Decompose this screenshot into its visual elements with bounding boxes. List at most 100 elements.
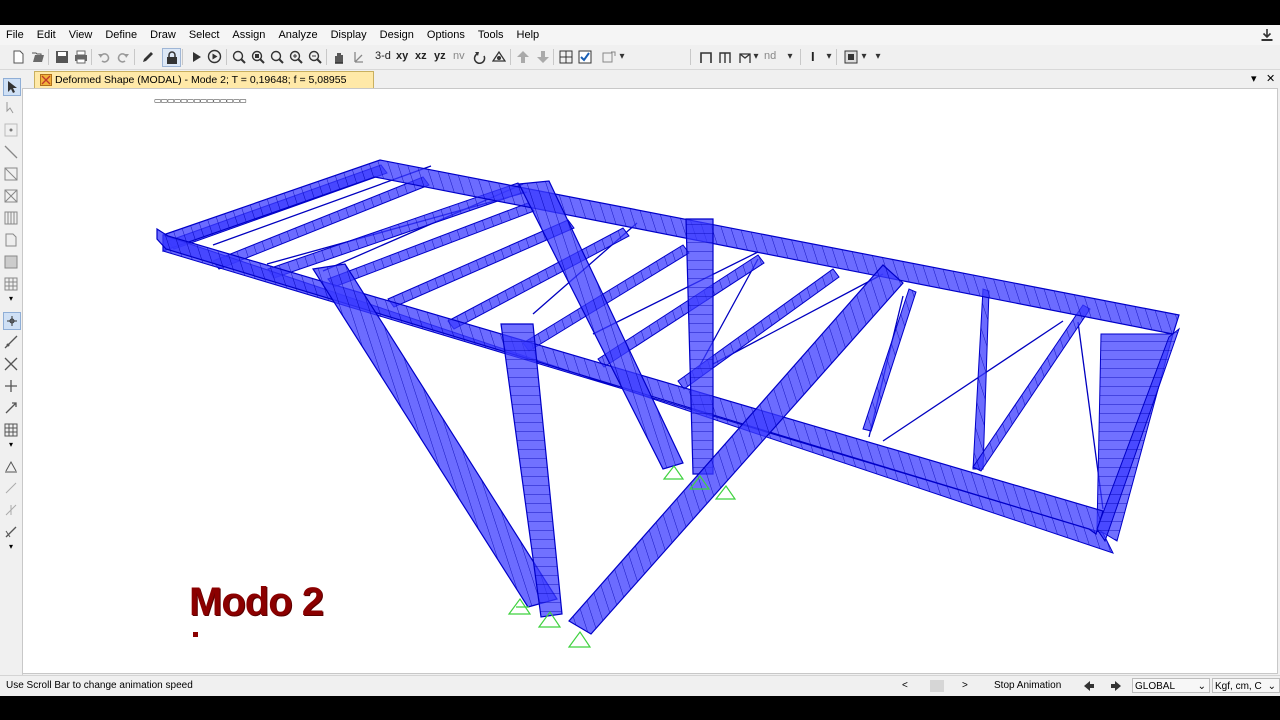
tab-strip: Deformed Shape (MODAL) - Mode 2; T = 0,1… [22, 70, 1280, 88]
run-now-icon[interactable] [206, 48, 223, 65]
menu-analyze[interactable]: Analyze [272, 25, 324, 45]
quick-draw-frame-icon[interactable] [3, 166, 19, 182]
view-xz-button[interactable]: xz [415, 48, 427, 65]
menu-draw[interactable]: Draw [144, 25, 183, 45]
animation-speed-scroll-thumb[interactable] [930, 680, 944, 692]
menu-display[interactable]: Display [325, 25, 374, 45]
draw-secondary-icon[interactable] [3, 210, 19, 226]
view-3d-button[interactable]: 3-d [375, 48, 391, 65]
view-nv-button[interactable]: nv [453, 48, 465, 65]
view-xy-button[interactable]: xy [396, 48, 408, 65]
zoom-window-icon[interactable] [230, 48, 247, 65]
menu-edit[interactable]: Edit [31, 25, 63, 45]
assign-spring-icon[interactable] [3, 480, 19, 496]
assign-restraint-icon[interactable] [3, 524, 19, 540]
download-icon[interactable] [1260, 28, 1274, 42]
print-icon[interactable] [72, 48, 89, 65]
pointer-icon[interactable] [3, 78, 21, 96]
units-select[interactable]: Kgf, cm, C ⌄ [1212, 678, 1280, 693]
draw-frame-icon[interactable] [3, 144, 19, 160]
quick-draw-area-icon[interactable] [3, 276, 19, 292]
main-toolbar: 3-d xy xz yz nv ▾ ▾ nd ▾ I ▾ ▾ ▾ [0, 45, 1280, 70]
select-plane-icon[interactable] [3, 400, 19, 416]
mode-annotation: Modo 2 [189, 580, 324, 624]
options-icon[interactable] [600, 48, 617, 65]
frame-bay-icon[interactable] [716, 48, 733, 65]
pencil-icon[interactable] [139, 48, 156, 65]
coord-system-select[interactable]: GLOBAL ⌄ [1132, 678, 1210, 693]
perspective-icon[interactable] [490, 48, 507, 65]
menu-select[interactable]: Select [183, 25, 227, 45]
select-pointer-icon[interactable] [3, 312, 21, 330]
arrow-right-icon[interactable] [1110, 676, 1124, 696]
select-intersect-icon[interactable] [3, 378, 19, 394]
select-cross-icon[interactable] [3, 356, 19, 372]
check-icon[interactable] [576, 48, 593, 65]
assign-joint-icon[interactable] [3, 458, 19, 474]
run-analysis-icon[interactable] [187, 48, 204, 65]
new-model-icon[interactable] [10, 48, 27, 65]
select-grid-icon[interactable] [3, 422, 19, 438]
zoom-restore-icon[interactable] [249, 48, 266, 65]
area-section-icon[interactable] [842, 48, 859, 65]
menu-view[interactable]: View [63, 25, 100, 45]
reshape-icon[interactable] [3, 100, 19, 116]
section-button[interactable]: I [811, 48, 815, 65]
redo-icon[interactable] [114, 48, 131, 65]
status-message: Use Scroll Bar to change animation speed [6, 680, 193, 691]
chevron-down-icon[interactable]: ▾ [3, 294, 19, 303]
grid-display-icon[interactable] [557, 48, 574, 65]
save-icon[interactable] [53, 48, 70, 65]
draw-rect-area-icon[interactable] [3, 254, 19, 270]
select-line-icon[interactable] [3, 334, 19, 350]
app-window: File Edit View Define Draw Select Assign… [0, 25, 1280, 696]
assign-load-icon[interactable] [3, 502, 19, 518]
chevron-down-icon[interactable]: ▾ [3, 440, 19, 449]
arrow-left-icon[interactable] [1083, 676, 1097, 696]
deformed-shape-icon [40, 74, 52, 86]
undo-icon[interactable] [95, 48, 112, 65]
chevron-down-icon[interactable]: ▾ [859, 48, 869, 65]
zoom-out-icon[interactable] [306, 48, 323, 65]
move-up-icon[interactable] [514, 48, 531, 65]
zoom-full-icon[interactable] [268, 48, 285, 65]
status-bar: Use Scroll Bar to change animation speed… [0, 675, 1280, 696]
chevron-down-icon[interactable]: ▾ [824, 48, 834, 65]
view-yz-button[interactable]: yz [434, 48, 446, 65]
chevron-down-icon[interactable]: ▾ [873, 48, 883, 65]
rubber-band-icon[interactable] [350, 48, 367, 65]
menu-assign[interactable]: Assign [226, 25, 272, 45]
annotation-dot [193, 632, 198, 637]
draw-brace-icon[interactable] [3, 188, 19, 204]
move-down-icon[interactable] [534, 48, 551, 65]
chevron-down-icon[interactable]: ▾ [785, 48, 795, 65]
model-canvas[interactable]: ▭▭▭▭▭▭▭▭▭▭▭▭▭▭ Modo 2 [22, 88, 1278, 674]
window-dropdown-icon[interactable]: ▾ [1251, 72, 1257, 85]
menu-tools[interactable]: Tools [472, 25, 511, 45]
menu-file[interactable]: File [0, 25, 31, 45]
frame-draw-icon[interactable] [697, 48, 714, 65]
pan-icon[interactable] [330, 48, 347, 65]
menu-options[interactable]: Options [421, 25, 472, 45]
menu-help[interactable]: Help [511, 25, 547, 45]
frame-arc-icon[interactable] [736, 48, 753, 65]
chevron-down-icon[interactable]: ▾ [752, 48, 760, 65]
menu-design[interactable]: Design [374, 25, 421, 45]
zoom-in-icon[interactable] [287, 48, 304, 65]
column-center-back [685, 218, 714, 475]
stop-animation-button[interactable]: Stop Animation [994, 676, 1061, 696]
open-icon[interactable] [29, 48, 46, 65]
nd-button[interactable]: nd [764, 48, 776, 65]
window-close-icon[interactable]: ✕ [1266, 72, 1275, 85]
rotate-icon[interactable] [471, 48, 488, 65]
menu-define[interactable]: Define [99, 25, 144, 45]
draw-joint-icon[interactable] [3, 122, 19, 138]
scroll-right-button[interactable]: > [962, 676, 968, 696]
scroll-left-button[interactable]: < [902, 676, 908, 696]
lock-icon[interactable] [162, 48, 181, 67]
tab-deformed-shape[interactable]: Deformed Shape (MODAL) - Mode 2; T = 0,1… [34, 71, 374, 88]
chevron-down-icon[interactable]: ▾ [617, 48, 627, 65]
chevron-down-icon: ⌄ [1267, 681, 1276, 692]
chevron-down-icon[interactable]: ▾ [3, 542, 19, 551]
draw-area-icon[interactable] [3, 232, 19, 248]
